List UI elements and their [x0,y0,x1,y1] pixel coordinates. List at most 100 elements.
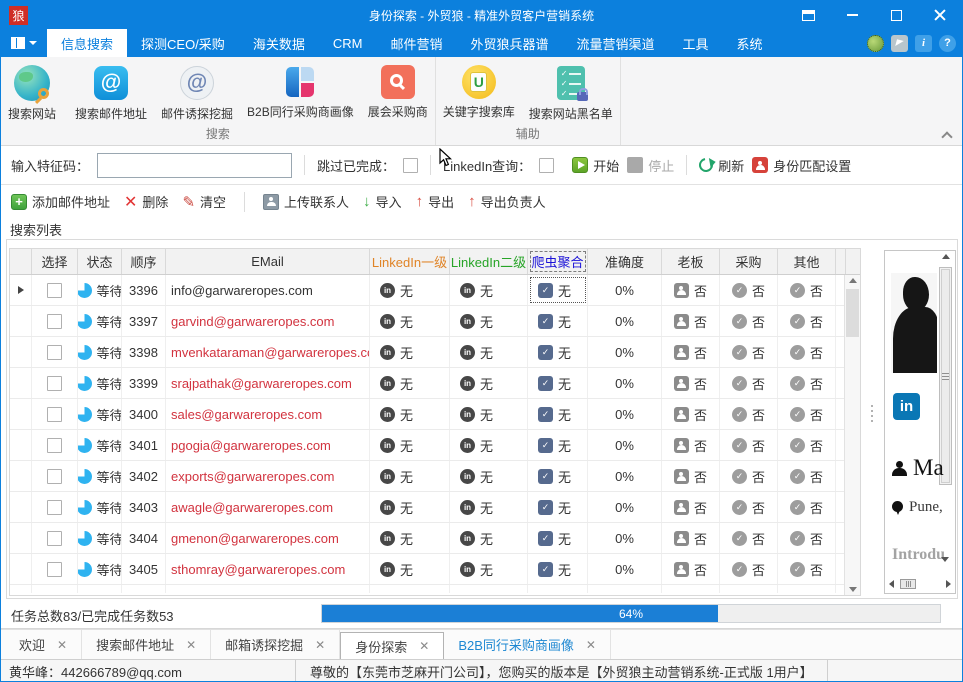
cell-accuracy[interactable]: 0% [588,430,662,460]
cell-boss[interactable]: 否 [662,337,720,367]
cell-order[interactable]: 3403 [122,492,166,522]
cell-select[interactable] [32,337,78,367]
cell-crawler[interactable]: ✓无 [528,368,588,398]
cell-email[interactable]: srajpathak@garwareropes.com [166,368,370,398]
tab-system[interactable]: 系统 [723,29,777,57]
cell-accuracy[interactable]: 0% [588,492,662,522]
cell-other[interactable]: ✓否 [778,554,836,584]
cell-status[interactable]: 等待 [78,523,122,553]
cell-linkedin2[interactable]: in无 [450,368,528,398]
cell-purchase[interactable]: ✓否 [720,368,778,398]
header-order[interactable]: 顺序 [122,249,166,274]
cell-order[interactable]: 3401 [122,430,166,460]
splitter-handle[interactable] [871,405,873,422]
cell-linkedin2[interactable]: in无 [450,461,528,491]
cell-boss[interactable]: 否 [662,554,720,584]
close-tab-icon[interactable]: ✕ [57,638,67,652]
cell-order[interactable]: 3398 [122,337,166,367]
main-menu-button[interactable] [1,29,47,57]
keyword-library-button[interactable]: U 关键字搜索库 [436,61,522,122]
cell-linkedin2[interactable]: in无 [450,306,528,336]
cell-status[interactable]: 等待 [78,337,122,367]
row-checkbox[interactable] [47,500,62,515]
spider-icon[interactable] [867,35,884,52]
cell-linkedin2[interactable]: in无 [450,523,528,553]
header-other[interactable]: 其他 [778,249,836,274]
cell-linkedin2[interactable]: in无 [450,399,528,429]
cell-other[interactable]: ✓否 [778,399,836,429]
cell-email[interactable]: mvenkataraman@garwareropes.com [166,337,370,367]
cell-purchase[interactable]: ✓否 [720,399,778,429]
clear-button[interactable]: ✎清空 [182,192,226,211]
close-tab-icon[interactable]: ✕ [315,638,325,652]
cell-purchase[interactable]: ✓否 [720,306,778,336]
header-status[interactable]: 状态 [78,249,122,274]
cell-purchase[interactable]: ✓否 [720,337,778,367]
doc-tab-mailbox-mining[interactable]: 邮箱诱探挖掘✕ [211,630,340,659]
collapse-ribbon-button[interactable] [942,131,950,139]
row-checkbox[interactable] [47,283,62,298]
cell-select[interactable] [32,399,78,429]
email-lure-mining-button[interactable]: @ 邮件诱探挖掘 [154,61,240,124]
cell-purchase[interactable]: ✓否 [720,554,778,584]
cell-select[interactable] [32,554,78,584]
cell-status[interactable]: 等待 [78,554,122,584]
cell-accuracy[interactable]: 0% [588,399,662,429]
table-row[interactable]: 等待3403awagle@garwareropes.comin无in无✓无0%否… [10,492,860,523]
close-tab-icon[interactable]: ✕ [419,639,429,653]
cell-boss[interactable]: 否 [662,523,720,553]
header-linkedin2[interactable]: LinkedIn二级 [450,249,528,274]
tab-detect-ceo[interactable]: 探测CEO/采购 [127,29,239,57]
cell-select[interactable] [32,430,78,460]
panel-scroll-up-icon[interactable] [942,254,950,259]
doc-tab-identity-explore[interactable]: 身份探索✕ [340,632,444,659]
cell-order[interactable]: 3404 [122,523,166,553]
panel-horizontal-scrollbar[interactable] [889,578,951,590]
panel-vertical-scrollbar[interactable] [939,267,952,485]
website-blacklist-button[interactable]: ✓ ✓ ✓ 搜索网站黑名单 [522,61,620,124]
doc-tab-b2b-portrait[interactable]: B2B同行采购商画像✕ [444,630,611,659]
cell-select[interactable] [32,523,78,553]
cell-linkedin1[interactable]: in无 [370,275,450,305]
cell-order[interactable]: 3405 [122,554,166,584]
panel-scrollbar-thumb[interactable] [941,269,950,483]
cell-email[interactable]: sthomray@garwareropes.com [166,554,370,584]
header-select[interactable]: 选择 [32,249,78,274]
cell-linkedin2[interactable]: in无 [450,430,528,460]
table-row[interactable]: 等待3402exports@garwareropes.comin无in无✓无0%… [10,461,860,492]
cell-order[interactable]: 3402 [122,461,166,491]
cell-accuracy[interactable]: 0% [588,368,662,398]
table-row[interactable]: 等待3401pgogia@garwareropes.comin无in无✓无0%否… [10,430,860,461]
export-manager-button[interactable]: ↑导出负责人 [468,192,546,211]
cell-linkedin2[interactable]: in无 [450,275,528,305]
tab-info-search[interactable]: 信息搜索 [47,29,127,57]
panel-scroll-down-icon[interactable] [941,557,949,562]
cell-linkedin1[interactable]: in无 [370,554,450,584]
cell-status[interactable]: 等待 [78,399,122,429]
cell-select[interactable] [32,275,78,305]
cell-status[interactable]: 等待 [78,368,122,398]
cell-other[interactable]: ✓否 [778,523,836,553]
b2b-buyer-portrait-button[interactable]: B2B同行采购商画像 [240,61,361,122]
cell-purchase[interactable]: ✓否 [720,275,778,305]
cell-other[interactable]: ✓否 [778,306,836,336]
cell-crawler[interactable]: ✓无 [528,554,588,584]
table-vertical-scrollbar[interactable] [844,275,860,595]
cell-crawler[interactable]: ✓无 [528,492,588,522]
cell-linkedin1[interactable]: in无 [370,523,450,553]
scrollbar-thumb[interactable] [846,289,859,337]
cell-other[interactable]: ✓否 [778,368,836,398]
header-purchase[interactable]: 采购 [720,249,778,274]
cell-other[interactable]: ✓否 [778,492,836,522]
cell-other[interactable]: ✓否 [778,275,836,305]
tab-arsenal[interactable]: 外贸狼兵器谱 [456,29,562,57]
cell-purchase[interactable]: ✓否 [720,492,778,522]
row-checkbox[interactable] [47,531,62,546]
tab-email-marketing[interactable]: 邮件营销 [376,29,456,57]
cell-purchase[interactable]: ✓否 [720,430,778,460]
cell-linkedin1[interactable]: in无 [370,399,450,429]
tab-traffic-channel[interactable]: 流量营销渠道 [562,29,668,57]
cell-crawler[interactable]: ✓无 [528,399,588,429]
cell-order[interactable]: 3399 [122,368,166,398]
cell-boss[interactable]: 否 [662,275,720,305]
